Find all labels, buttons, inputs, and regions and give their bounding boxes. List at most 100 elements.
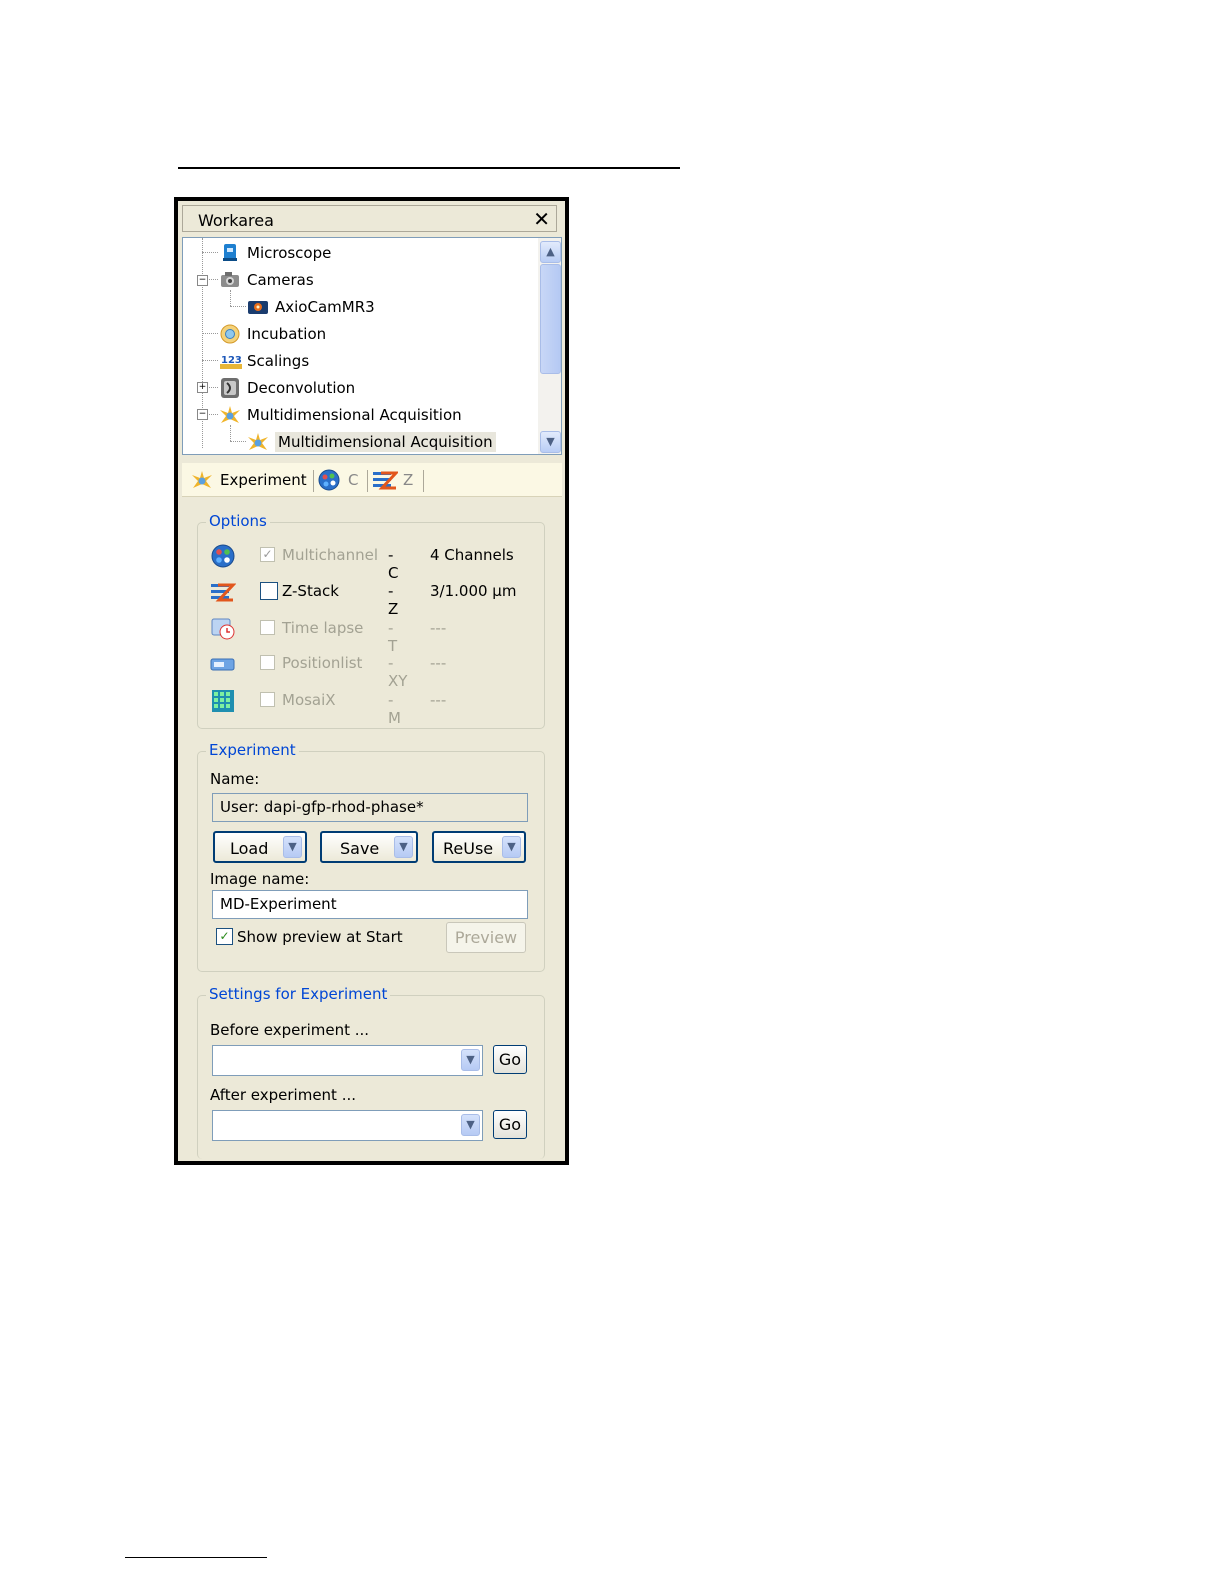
tree-line [230, 441, 246, 442]
tab-z[interactable]: Z [372, 468, 413, 492]
load-button-label: Load [230, 839, 269, 858]
tab-label: Experiment [220, 471, 307, 489]
tree-item-deconvolution[interactable]: Deconvolution [219, 376, 355, 400]
positionlist-icon [210, 652, 236, 676]
tree-item-multidimensional-acquisition-child[interactable]: Multidimensional Acquisition [247, 430, 496, 454]
chevron-down-icon[interactable]: ▼ [502, 836, 521, 858]
option-value: --- [430, 691, 447, 709]
reuse-button-label: ReUse [443, 839, 494, 858]
tab-separator [367, 468, 368, 492]
option-value: 4 Channels [430, 546, 514, 564]
tree-item-label: Deconvolution [247, 379, 356, 397]
tree-line [202, 333, 218, 334]
option-value: 3/1.000 µm [430, 582, 517, 600]
multichannel-icon [318, 469, 340, 491]
tab-c[interactable]: C [317, 468, 358, 492]
tree-item-cameras[interactable]: Cameras [219, 268, 314, 292]
camera-device-icon [247, 297, 269, 317]
tree-item-label: AxioCamMR3 [275, 298, 375, 316]
tree-item-multidimensional-acquisition[interactable]: Multidimensional Acquisition [219, 403, 462, 427]
top-rule [178, 167, 680, 169]
workarea-tree: − + − Microscope Cameras AxioCamMR3 Incu [182, 237, 562, 455]
tab-label: C [348, 471, 359, 489]
tree-scrollbar[interactable]: ▲ ▼ [538, 238, 561, 454]
tree-item-label: Microscope [247, 244, 332, 262]
image-name-field[interactable]: MD-Experiment [212, 890, 528, 919]
svg-text:123: 123 [221, 355, 242, 366]
tab-experiment[interactable]: Experiment [190, 468, 307, 492]
chevron-down-icon[interactable]: ▼ [461, 1049, 480, 1071]
multichannel-checkbox[interactable]: ✓ [260, 547, 275, 562]
tree-item-microscope[interactable]: Microscope [219, 241, 331, 265]
collapse-icon[interactable]: − [197, 275, 208, 286]
workarea-titlebar: Workarea ✕ [182, 205, 557, 232]
preview-button[interactable]: Preview [446, 922, 526, 953]
save-button[interactable]: Save ▼ [320, 831, 418, 863]
tree-item-axiocammr3[interactable]: AxioCamMR3 [247, 295, 375, 319]
mosaix-checkbox[interactable] [260, 692, 275, 707]
option-value: --- [430, 619, 447, 637]
options-group-title: Options [206, 512, 270, 530]
time-lapse-checkbox[interactable] [260, 620, 275, 635]
option-flag: -C [388, 546, 399, 582]
camera-icon [219, 270, 241, 290]
reuse-button[interactable]: ReUse ▼ [432, 831, 526, 863]
tab-separator [423, 468, 424, 492]
acquisition-star-icon [219, 405, 241, 425]
experiment-group: Experiment Name: User: dapi-gfp-rhod-pha… [197, 741, 545, 972]
option-label: Positionlist [282, 654, 363, 672]
show-preview-label: Show preview at Start [237, 928, 403, 946]
tree-line [230, 425, 231, 441]
image-name-label: Image name: [210, 870, 310, 888]
show-preview-checkbox[interactable]: ✓ [216, 928, 233, 945]
scroll-down-icon[interactable]: ▼ [540, 431, 561, 453]
scalings-icon: 123 [219, 351, 242, 371]
tree-item-label: Multidimensional Acquisition [275, 432, 496, 452]
workarea-panel: Workarea ✕ − + − Microscope Cameras Axio… [174, 197, 569, 1165]
before-go-button[interactable]: Go [493, 1045, 527, 1074]
experiment-group-title: Experiment [206, 741, 299, 759]
load-button[interactable]: Load ▼ [213, 831, 307, 863]
chevron-down-icon[interactable]: ▼ [461, 1114, 480, 1136]
after-go-button[interactable]: Go [493, 1110, 527, 1139]
after-experiment-label: After experiment ... [210, 1086, 357, 1104]
chevron-down-icon[interactable]: ▼ [394, 836, 413, 858]
zstack-checkbox[interactable] [260, 582, 278, 600]
settings-group-title: Settings for Experiment [206, 985, 391, 1003]
save-button-label: Save [340, 839, 380, 858]
option-label: Z-Stack [282, 582, 339, 600]
tree-line [202, 252, 218, 253]
tab-label: Z [403, 471, 414, 489]
incubation-icon [219, 324, 241, 344]
multichannel-icon [210, 544, 236, 568]
expand-icon[interactable]: + [197, 382, 208, 393]
option-label: Multichannel [282, 546, 379, 564]
acquisition-star-icon [247, 432, 269, 452]
option-flag: -XY [388, 654, 408, 690]
before-experiment-select[interactable]: ▼ [212, 1045, 483, 1076]
close-icon[interactable]: ✕ [533, 207, 550, 231]
tree-item-incubation[interactable]: Incubation [219, 322, 326, 346]
chevron-down-icon[interactable]: ▼ [283, 836, 302, 858]
after-experiment-select[interactable]: ▼ [212, 1110, 483, 1141]
deconvolution-icon [219, 378, 241, 398]
tree-line [202, 360, 218, 361]
tree-item-scalings[interactable]: 123 Scalings [219, 349, 309, 373]
option-flag: -M [388, 691, 401, 727]
option-flag: -Z [388, 582, 399, 618]
experiment-name-field[interactable]: User: dapi-gfp-rhod-phase* [212, 793, 528, 822]
collapse-icon[interactable]: − [197, 409, 208, 420]
tree-line [230, 306, 246, 307]
tab-bar: Experiment C Z [182, 463, 562, 497]
positionlist-checkbox[interactable] [260, 655, 275, 670]
name-label: Name: [210, 770, 260, 788]
options-group: Options ✓ Multichannel -C 4 Channels Z-S… [197, 512, 545, 729]
option-label: MosaiX [282, 691, 336, 709]
option-label: Time lapse [282, 619, 364, 637]
scrollbar-thumb[interactable] [540, 264, 561, 374]
option-value: --- [430, 654, 447, 672]
scroll-up-icon[interactable]: ▲ [540, 241, 561, 263]
tree-item-label: Multidimensional Acquisition [247, 406, 462, 424]
bottom-rule [125, 1557, 267, 1558]
settings-group: Settings for Experiment Before experimen… [197, 985, 545, 1159]
